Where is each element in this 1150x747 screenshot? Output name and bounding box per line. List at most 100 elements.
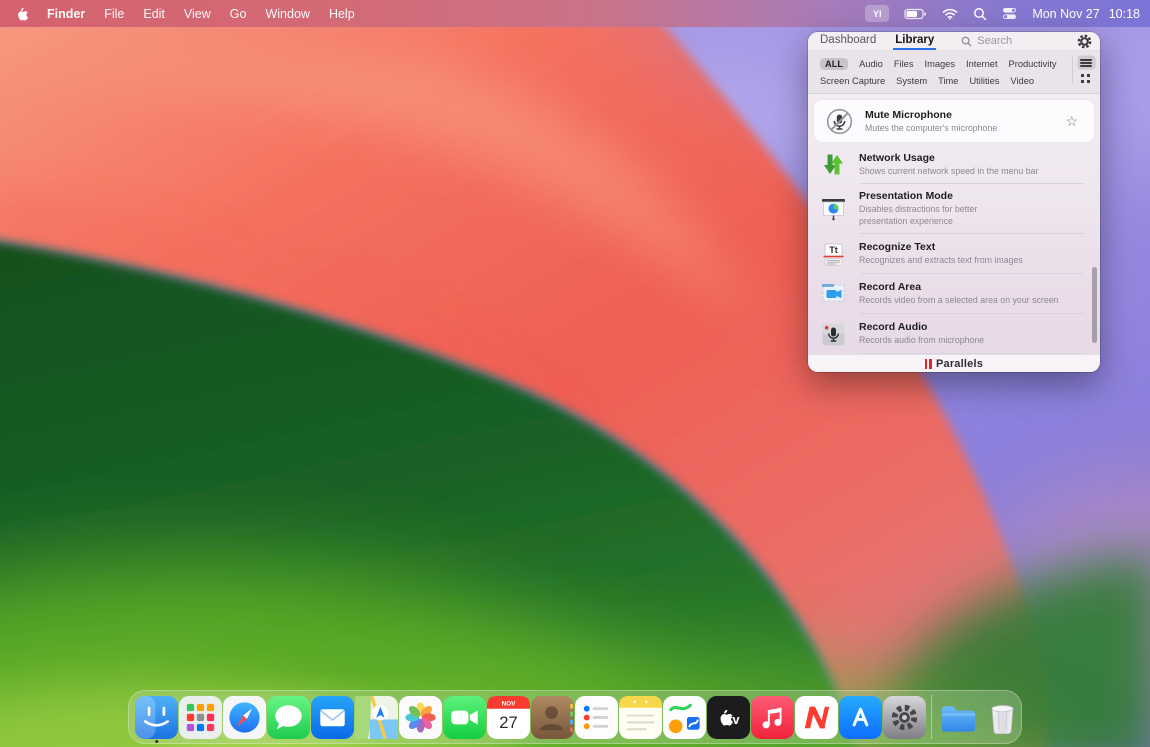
tool-row-record-audio[interactable]: Record Audio Records audio from micropho…	[808, 314, 1100, 354]
tool-desc: Records video from a selected area on yo…	[859, 295, 1059, 307]
menu-bar: Finder File Edit View Go Window Help YI …	[0, 0, 1150, 27]
network-usage-icon	[818, 151, 848, 178]
launchpad-icon	[179, 696, 222, 739]
tool-row-mute-microphone[interactable]: Mute Microphone Mutes the computer's mic…	[814, 100, 1094, 142]
appletv-icon: tv	[707, 696, 750, 739]
dock-item-notes[interactable]	[619, 695, 662, 739]
tool-row-network-usage[interactable]: Network Usage Shows current network spee…	[808, 144, 1100, 184]
menubar-clock[interactable]: Mon Nov 27 10:18	[1032, 7, 1140, 21]
favorite-star-icon[interactable]: ☆	[1065, 114, 1080, 128]
clock-time: 10:18	[1109, 7, 1140, 21]
clock-date: Mon Nov 27	[1032, 7, 1099, 21]
notes-icon	[619, 696, 662, 739]
tool-desc: Shows current network speed in the menu …	[859, 166, 1038, 178]
dock-item-launchpad[interactable]	[179, 695, 222, 739]
search-input[interactable]	[977, 35, 1077, 47]
wifi-icon[interactable]	[942, 8, 958, 20]
tool-title: Network Usage	[859, 152, 1038, 164]
tool-row-record-area[interactable]: Record Area Records video from a selecte…	[808, 274, 1100, 314]
system-settings-icon	[883, 696, 926, 739]
tab-dashboard[interactable]: Dashboard	[818, 32, 878, 50]
tool-title: Record Area	[859, 281, 1059, 293]
mute-microphone-icon	[824, 108, 854, 135]
dock-item-system-settings[interactable]	[883, 695, 926, 739]
photos-icon	[399, 696, 442, 739]
panel-tab-bar: Dashboard Library	[808, 32, 1100, 51]
dock-item-messages[interactable]	[267, 695, 310, 739]
control-center-icon[interactable]	[1002, 7, 1017, 20]
parallels-brand-name: Parallels	[936, 358, 983, 370]
dock-item-reminders[interactable]	[575, 695, 618, 739]
tool-desc: Records audio from microphone	[859, 335, 984, 347]
scrollbar-thumb[interactable]	[1092, 267, 1097, 343]
menu-app-name[interactable]: Finder	[47, 7, 85, 21]
dock-item-contacts[interactable]	[531, 695, 574, 739]
search-icon	[961, 36, 972, 47]
calendar-icon: NOV 27	[487, 696, 530, 739]
tool-row-recognize-text[interactable]: Tt Recognize Text Recognizes and extract…	[808, 234, 1100, 274]
dock-item-safari[interactable]	[223, 695, 266, 739]
tool-title: Presentation Mode	[859, 190, 977, 202]
list-view-toggle[interactable]	[1078, 56, 1095, 69]
dock-item-finder[interactable]	[135, 695, 178, 739]
presentation-mode-icon	[818, 196, 848, 223]
tool-title: Mute Microphone	[865, 109, 997, 121]
apple-logo-icon[interactable]	[14, 6, 28, 22]
menu-view[interactable]: View	[184, 7, 211, 21]
tool-title: Recognize Text	[859, 241, 1023, 253]
folder-icon	[937, 696, 980, 739]
category-productivity[interactable]: Productivity	[1009, 59, 1057, 69]
tool-title: Record Audio	[859, 321, 984, 333]
record-area-icon	[818, 281, 848, 308]
desktop: Finder File Edit View Go Window Help YI …	[0, 0, 1150, 747]
tv-label: tv	[728, 712, 739, 726]
dock-item-mail[interactable]	[311, 695, 354, 739]
tool-row-presentation-mode[interactable]: Presentation Mode Disables distractions …	[808, 184, 1100, 234]
dock-item-freeform[interactable]	[663, 695, 706, 739]
reminders-icon	[575, 696, 618, 739]
calendar-day: 27	[499, 712, 517, 731]
settings-gear-icon[interactable]	[1077, 32, 1092, 50]
music-icon	[751, 696, 794, 739]
menu-file[interactable]: File	[104, 7, 124, 21]
dock-item-music[interactable]	[751, 695, 794, 739]
menu-go[interactable]: Go	[230, 7, 247, 21]
dock-item-calendar[interactable]: NOV 27	[487, 695, 530, 739]
category-internet[interactable]: Internet	[966, 59, 998, 69]
menu-help[interactable]: Help	[329, 7, 355, 21]
dock-item-folder[interactable]	[937, 695, 980, 739]
dock-item-app-store[interactable]	[839, 695, 882, 739]
tab-library[interactable]: Library	[893, 32, 936, 50]
category-screen-capture[interactable]: Screen Capture	[820, 76, 885, 86]
category-video[interactable]: Video	[1010, 76, 1034, 86]
category-filter-bar: ALL Audio Files Images Internet Producti…	[808, 51, 1100, 94]
freeform-icon	[663, 696, 706, 739]
search-box[interactable]	[961, 32, 1077, 50]
dock-item-photos[interactable]	[399, 695, 442, 739]
battery-icon[interactable]	[904, 8, 927, 20]
contacts-icon	[531, 696, 574, 739]
category-all[interactable]: ALL	[820, 58, 848, 70]
menu-edit[interactable]: Edit	[143, 7, 165, 21]
dock-item-news[interactable]	[795, 695, 838, 739]
category-utilities[interactable]: Utilities	[969, 76, 999, 86]
category-time[interactable]: Time	[938, 76, 958, 86]
grid-view-toggle[interactable]	[1080, 73, 1092, 84]
category-images[interactable]: Images	[925, 59, 956, 69]
calendar-month: NOV	[502, 700, 517, 707]
dock-item-tv[interactable]: tv	[707, 695, 750, 739]
finder-icon	[135, 696, 178, 739]
tool-desc: Disables distractions for better present…	[859, 204, 977, 228]
category-audio[interactable]: Audio	[859, 59, 883, 69]
category-files[interactable]: Files	[894, 59, 914, 69]
dock-item-maps[interactable]	[355, 695, 398, 739]
dock-item-trash[interactable]	[981, 695, 1024, 739]
dock: NOV 27 tv	[128, 690, 1022, 744]
dock-item-facetime[interactable]	[443, 695, 486, 739]
tool-list: Mute Microphone Mutes the computer's mic…	[808, 94, 1100, 354]
spotlight-search-icon[interactable]	[973, 7, 987, 21]
category-system[interactable]: System	[896, 76, 927, 86]
menu-window[interactable]: Window	[265, 7, 309, 21]
parallels-toolbox-menubar-icon[interactable]: YI	[865, 5, 889, 22]
tool-desc: Mutes the computer's microphone	[865, 123, 997, 135]
